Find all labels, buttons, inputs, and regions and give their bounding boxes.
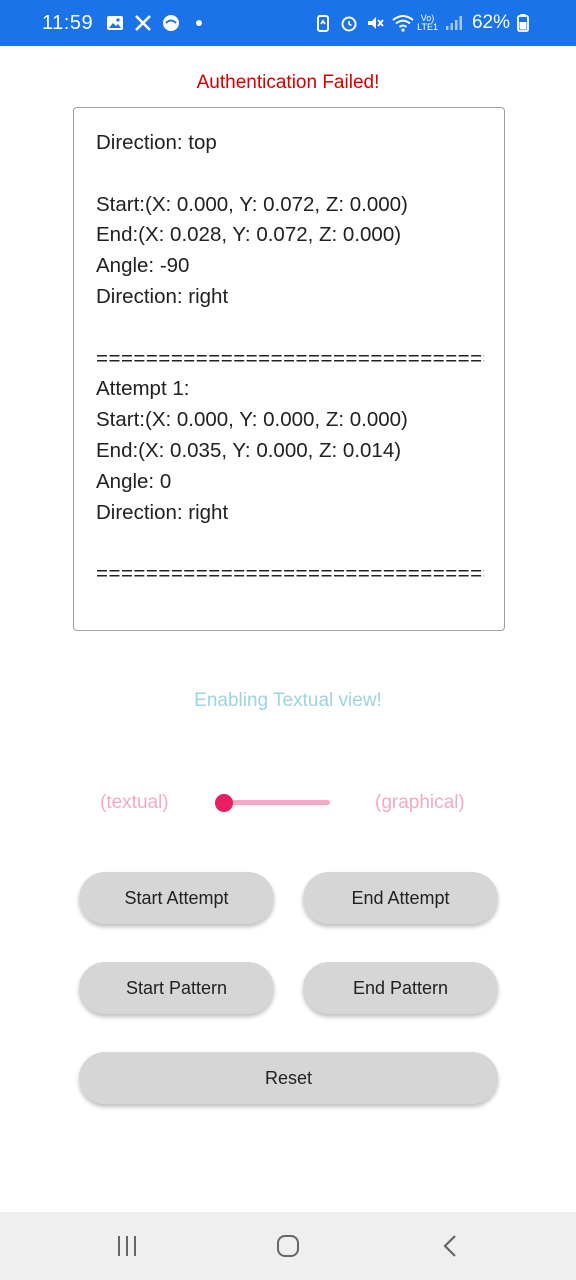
log-line: Start:(X: 0.000, Y: 0.000, Z: 0.000): [96, 408, 408, 432]
battery-saver-icon: [313, 13, 333, 33]
end-attempt-button[interactable]: End Attempt: [303, 872, 498, 924]
home-icon[interactable]: [276, 1234, 300, 1258]
end-pattern-button[interactable]: End Pattern: [303, 962, 498, 1014]
log-separator: ==================================: [96, 562, 484, 586]
dot-icon: [189, 13, 209, 33]
mute-icon: [365, 13, 385, 33]
wifi-icon: [391, 13, 414, 33]
view-toggle-thumb[interactable]: [215, 794, 233, 812]
signal-icon: [444, 13, 464, 33]
navigation-bar: [0, 1212, 576, 1280]
battery-percent: 62%: [471, 12, 510, 33]
log-line: Attempt 1:: [96, 377, 190, 401]
status-left: 11:59: [42, 0, 209, 46]
auth-status-message: Authentication Failed!: [196, 72, 380, 93]
battery-icon: [516, 13, 536, 33]
textual-label: (textual): [100, 792, 169, 813]
back-icon[interactable]: [440, 1234, 460, 1258]
status-right: Vo) LTE1 62%: [313, 0, 536, 46]
x-icon: [133, 13, 153, 33]
log-line: End:(X: 0.035, Y: 0.000, Z: 0.014): [96, 438, 402, 462]
graphical-label: (graphical): [375, 792, 465, 813]
alarm-icon: [339, 13, 359, 33]
log-line: Angle: 0: [96, 469, 172, 493]
network-label: Vo) LTE1: [417, 14, 438, 32]
gallery-icon: [105, 13, 125, 33]
log-line: Start:(X: 0.000, Y: 0.072, Z: 0.000): [96, 192, 408, 216]
chat-bubble-icon: [161, 13, 181, 33]
log-line: Direction: right: [96, 284, 229, 308]
log-line: End:(X: 0.028, Y: 0.072, Z: 0.000): [96, 223, 402, 247]
log-line: Direction: top: [96, 131, 217, 154]
status-bar: 11:59 Vo) LTE1 62%: [0, 0, 576, 46]
log-separator: ==================================: [96, 346, 484, 370]
start-attempt-button[interactable]: Start Attempt: [79, 872, 274, 924]
view-toggle-track[interactable]: [222, 800, 330, 805]
log-line: Angle: -90: [96, 254, 190, 278]
log-textbox[interactable]: Direction: top Start:(X: 0.000, Y: 0.072…: [73, 107, 505, 631]
view-mode-message: Enabling Textual view!: [194, 690, 382, 711]
clock: 11:59: [42, 11, 94, 34]
log-line: Direction: right: [96, 500, 229, 524]
reset-button[interactable]: Reset: [79, 1052, 498, 1104]
lte-label: LTE1: [417, 22, 438, 32]
recents-icon[interactable]: [114, 1235, 140, 1257]
start-pattern-button[interactable]: Start Pattern: [79, 962, 274, 1014]
